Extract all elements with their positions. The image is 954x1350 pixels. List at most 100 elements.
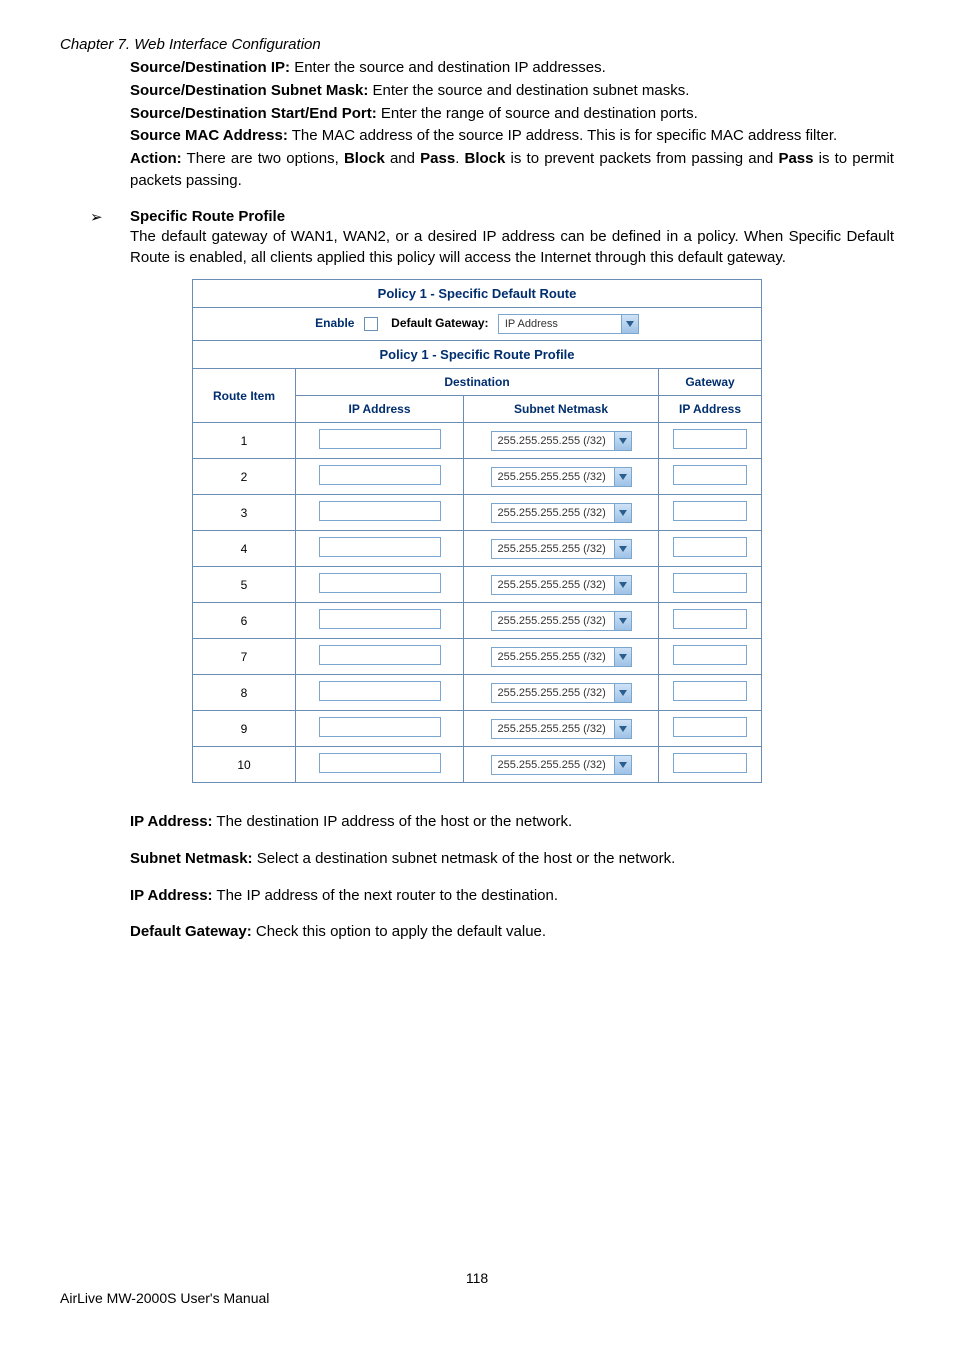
- gateway-ip-cell: [659, 459, 762, 495]
- subnet-value: 255.255.255.255 (/32): [492, 759, 614, 771]
- col-ip-address: IP Address: [296, 396, 464, 423]
- dest-ip-cell: [296, 603, 464, 639]
- subnet-cell: 255.255.255.255 (/32): [464, 495, 659, 531]
- dest-ip-cell: [296, 711, 464, 747]
- section-title: Specific Route Profile: [130, 208, 285, 225]
- table-row: 8255.255.255.255 (/32): [193, 675, 762, 711]
- dest-ip-cell: [296, 567, 464, 603]
- col-gw-ip-address: IP Address: [659, 396, 762, 423]
- gateway-ip-input[interactable]: [673, 537, 747, 557]
- manual-title: AirLive MW-2000S User's Manual: [60, 1290, 894, 1306]
- route-item-number: 7: [193, 639, 296, 675]
- chevron-down-icon: [614, 576, 631, 594]
- dest-ip-input[interactable]: [319, 501, 441, 521]
- text-src-dest-port: Enter the range of source and destinatio…: [377, 105, 698, 122]
- dest-ip-input[interactable]: [319, 609, 441, 629]
- table-row: 6255.255.255.255 (/32): [193, 603, 762, 639]
- dest-ip-cell: [296, 639, 464, 675]
- table-row: 3255.255.255.255 (/32): [193, 495, 762, 531]
- route-item-number: 1: [193, 423, 296, 459]
- subnet-cell: 255.255.255.255 (/32): [464, 603, 659, 639]
- text-src-dest-mask: Enter the source and destination subnet …: [368, 82, 689, 99]
- gateway-ip-input[interactable]: [673, 573, 747, 593]
- subnet-select[interactable]: 255.255.255.255 (/32): [491, 575, 632, 595]
- text-ip-address-1: The destination IP address of the host o…: [213, 813, 573, 830]
- gateway-ip-input[interactable]: [673, 501, 747, 521]
- text-action-1: There are two options,: [182, 150, 344, 167]
- subnet-value: 255.255.255.255 (/32): [492, 687, 614, 699]
- gateway-ip-input[interactable]: [673, 609, 747, 629]
- gateway-ip-cell: [659, 495, 762, 531]
- dest-ip-input[interactable]: [319, 753, 441, 773]
- table-header-route-profile: Policy 1 - Specific Route Profile: [193, 341, 762, 369]
- table-row: 10 255.255.255.255 (/32): [193, 747, 762, 783]
- subnet-select[interactable]: 255.255.255.255 (/32): [491, 539, 632, 559]
- table-row: 9255.255.255.255 (/32): [193, 711, 762, 747]
- dest-ip-input[interactable]: [319, 573, 441, 593]
- chevron-down-icon: [614, 468, 631, 486]
- label-src-mac: Source MAC Address:: [130, 127, 288, 144]
- chevron-down-icon: [614, 540, 631, 558]
- label-ip-address-1: IP Address:: [130, 813, 213, 830]
- label-ip-address-2: IP Address:: [130, 887, 213, 904]
- dest-ip-cell: [296, 423, 464, 459]
- route-item-number: 4: [193, 531, 296, 567]
- subnet-select[interactable]: 255.255.255.255 (/32): [491, 467, 632, 487]
- dest-ip-cell: [296, 459, 464, 495]
- subnet-value: 255.255.255.255 (/32): [492, 651, 614, 663]
- table-row: 5255.255.255.255 (/32): [193, 567, 762, 603]
- subnet-select[interactable]: 255.255.255.255 (/32): [491, 683, 632, 703]
- dest-ip-input[interactable]: [319, 537, 441, 557]
- subnet-cell: 255.255.255.255 (/32): [464, 675, 659, 711]
- default-gateway-select[interactable]: IP Address: [498, 314, 639, 334]
- subnet-select[interactable]: 255.255.255.255 (/32): [491, 431, 632, 451]
- gateway-ip-input[interactable]: [673, 753, 747, 773]
- label-pass-1: Pass: [420, 150, 455, 167]
- enable-checkbox[interactable]: [364, 317, 378, 331]
- dest-ip-cell: [296, 675, 464, 711]
- chevron-down-icon: [614, 684, 631, 702]
- subnet-cell: 255.255.255.255 (/32): [464, 423, 659, 459]
- dest-ip-cell: [296, 495, 464, 531]
- col-destination: Destination: [296, 369, 659, 396]
- dest-ip-input[interactable]: [319, 717, 441, 737]
- gateway-ip-cell: [659, 567, 762, 603]
- label-block-2: Block: [465, 150, 506, 167]
- page-number: 118: [60, 1270, 894, 1286]
- text-src-dest-ip: Enter the source and destination IP addr…: [290, 59, 606, 76]
- label-subnet-netmask: Subnet Netmask:: [130, 850, 253, 867]
- subnet-select[interactable]: 255.255.255.255 (/32): [491, 611, 632, 631]
- dest-ip-input[interactable]: [319, 465, 441, 485]
- route-item-number: 10: [193, 747, 296, 783]
- subnet-value: 255.255.255.255 (/32): [492, 507, 614, 519]
- route-item-number: 2: [193, 459, 296, 495]
- label-src-dest-port: Source/Destination Start/End Port:: [130, 105, 377, 122]
- chevron-down-icon: [621, 315, 638, 333]
- dest-ip-input[interactable]: [319, 645, 441, 665]
- subnet-cell: 255.255.255.255 (/32): [464, 747, 659, 783]
- subnet-cell: 255.255.255.255 (/32): [464, 639, 659, 675]
- gateway-ip-input[interactable]: [673, 717, 747, 737]
- gateway-ip-input[interactable]: [673, 681, 747, 701]
- subnet-select[interactable]: 255.255.255.255 (/32): [491, 503, 632, 523]
- text-action-2: and: [385, 150, 420, 167]
- default-gateway-label: Default Gateway:: [391, 316, 488, 330]
- table-row: 7 255.255.255.255 (/32): [193, 639, 762, 675]
- default-gateway-value: IP Address: [499, 318, 621, 330]
- intro-block: Source/Destination IP: Enter the source …: [130, 57, 894, 192]
- subnet-select[interactable]: 255.255.255.255 (/32): [491, 647, 632, 667]
- gateway-ip-input[interactable]: [673, 465, 747, 485]
- subnet-value: 255.255.255.255 (/32): [492, 471, 614, 483]
- dest-ip-input[interactable]: [319, 681, 441, 701]
- subnet-value: 255.255.255.255 (/32): [492, 615, 614, 627]
- dest-ip-input[interactable]: [319, 429, 441, 449]
- subnet-select[interactable]: 255.255.255.255 (/32): [491, 755, 632, 775]
- gateway-ip-cell: [659, 603, 762, 639]
- col-subnet-netmask: Subnet Netmask: [464, 396, 659, 423]
- subnet-select[interactable]: 255.255.255.255 (/32): [491, 719, 632, 739]
- subnet-cell: 255.255.255.255 (/32): [464, 567, 659, 603]
- text-src-mac: The MAC address of the source IP address…: [288, 127, 837, 144]
- gateway-ip-input[interactable]: [673, 645, 747, 665]
- gateway-ip-input[interactable]: [673, 429, 747, 449]
- section-body: The default gateway of WAN1, WAN2, or a …: [130, 226, 894, 270]
